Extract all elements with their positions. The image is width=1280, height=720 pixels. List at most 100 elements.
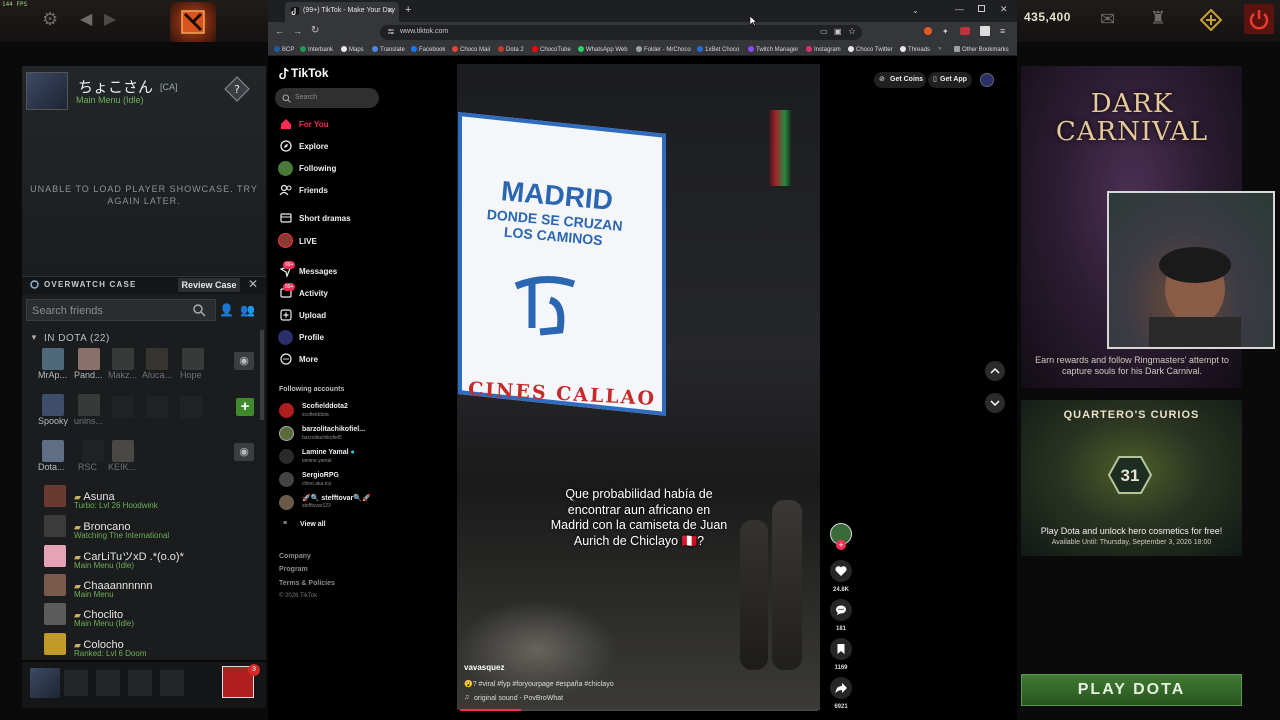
like-button[interactable] [830, 560, 852, 582]
rank-medal-icon[interactable]: ? [224, 76, 250, 102]
bookmark-button[interactable] [830, 638, 852, 660]
account-avatar[interactable] [279, 449, 294, 464]
party-avatar[interactable] [30, 668, 60, 698]
footer-terms[interactable]: Terms & Policies [279, 580, 335, 587]
profile-avatar-icon[interactable] [278, 330, 293, 345]
bookmark-star-icon[interactable]: ☆ [848, 26, 856, 37]
video-author[interactable]: vavasquez [464, 663, 504, 672]
shards-icon[interactable] [1200, 9, 1222, 31]
bookmark-item[interactable]: Threads [900, 46, 930, 53]
friend-grid-item[interactable]: Pand... [74, 348, 112, 380]
bookmark-item[interactable]: Facebook [411, 46, 445, 53]
collapse-chevron-icon[interactable]: ▼ [30, 333, 38, 342]
menu-dots-icon[interactable]: ≡ [1000, 26, 1005, 36]
friend-grid-item[interactable]: unins... [74, 394, 112, 426]
friend-grid-item[interactable]: KEIK... [108, 440, 146, 472]
bookmark-item[interactable]: 1xBet Choco [697, 46, 739, 53]
close-icon[interactable]: ✕ [248, 277, 258, 291]
bookmark-item[interactable]: Twitch Manager [748, 46, 798, 53]
back-icon[interactable]: ← [275, 26, 284, 36]
friend-grid-item[interactable]: Aluca... [142, 348, 180, 380]
friends-search-input[interactable]: Search friends [26, 299, 216, 321]
nav-short-dramas[interactable] [279, 211, 293, 225]
nav-label[interactable]: Following [299, 164, 336, 173]
get-coins-button[interactable]: ⊘ Get Coins [874, 72, 926, 88]
screenshot-icon[interactable]: ▣ [834, 27, 842, 36]
sidepanel-icon[interactable] [980, 26, 990, 36]
cast-icon[interactable]: ▭ [820, 27, 828, 36]
user-avatar[interactable] [980, 73, 994, 87]
friend-grid-item[interactable]: Makz... [108, 348, 146, 380]
friends-group-icon[interactable]: 👥 [240, 303, 255, 317]
friend-grid-item[interactable]: Spooky [38, 394, 76, 426]
account-name[interactable]: 🚀🔍 stefftovar🔍🚀 [302, 494, 371, 502]
dota-logo-icon[interactable] [170, 2, 216, 42]
nav-label[interactable]: LIVE [299, 237, 317, 246]
profile-avatar[interactable] [26, 72, 68, 110]
view-all-link[interactable]: View all [300, 521, 326, 528]
video-sound[interactable]: original sound - PovBroWhat [474, 695, 563, 702]
nav-label[interactable]: Friends [299, 186, 328, 195]
bookmark-item[interactable]: Maps [341, 46, 364, 53]
nav-more[interactable] [279, 352, 293, 366]
nav-for-you[interactable] [279, 117, 293, 131]
nav-label[interactable]: Short dramas [299, 214, 351, 223]
bookmark-item[interactable]: Dota 2 [498, 46, 524, 53]
nav-upload[interactable] [279, 308, 293, 322]
add-friend-icon[interactable]: 👤 [219, 303, 234, 317]
search-icon[interactable] [192, 303, 206, 317]
new-tab-icon[interactable]: + [405, 4, 411, 16]
extension-icon[interactable] [924, 27, 932, 35]
footer-program[interactable]: Program [279, 566, 308, 573]
site-info-icon[interactable] [387, 27, 395, 36]
tab-list-chevron-icon[interactable]: ⌄ [912, 6, 919, 15]
nav-label[interactable]: For You [299, 120, 328, 129]
bookmarks-overflow-icon[interactable]: » [938, 46, 941, 52]
tiktok-logo-icon[interactable] [279, 67, 289, 79]
account-avatar[interactable] [279, 403, 294, 418]
bookmark-item[interactable]: BCP [274, 46, 294, 53]
comment-button[interactable] [830, 599, 852, 621]
bookmark-item[interactable]: ChocoTube [532, 46, 571, 53]
back-arrow-icon[interactable]: ◀ [80, 9, 92, 29]
bookmark-item[interactable]: Instagram [806, 46, 841, 53]
account-avatar[interactable] [279, 495, 294, 510]
friend-grid-item[interactable]: Hope [180, 348, 218, 380]
get-app-button[interactable]: ▯ Get App [928, 72, 972, 88]
bookmark-item[interactable]: Folder - MrChoco [636, 46, 691, 53]
bookmark-item[interactable]: Choco Twitter [848, 46, 893, 53]
nav-label[interactable]: Messages [299, 267, 337, 276]
invite-plus-icon[interactable]: + [236, 398, 254, 416]
nav-label[interactable]: Explore [299, 142, 328, 151]
forward-arrow-icon[interactable]: ▶ [104, 9, 116, 29]
follow-plus-icon[interactable]: + [836, 540, 846, 550]
settings-gear-icon[interactable]: ⚙ [42, 9, 58, 30]
account-name[interactable]: Lamine Yamal ● [302, 449, 355, 456]
party-slot[interactable] [96, 670, 120, 696]
bookmark-item[interactable]: Interbank [300, 46, 333, 53]
following-avatar-icon[interactable] [278, 161, 293, 176]
bookmark-item[interactable]: Translate [372, 46, 405, 53]
account-avatar[interactable] [279, 426, 294, 441]
review-case-button[interactable]: Review Case [178, 278, 240, 292]
mail-icon[interactable]: ✉ [1100, 9, 1115, 30]
bookmark-item[interactable]: WhatsApp Web [578, 46, 628, 53]
nav-label[interactable]: Upload [299, 311, 326, 320]
bookmark-folder[interactable]: Other Bookmarks [954, 46, 1009, 53]
nav-label[interactable]: Activity [299, 289, 328, 298]
video-hashtags[interactable]: 😮? #viral #fyp #foryourpage #españa #chi… [464, 680, 614, 688]
footer-company[interactable]: Company [279, 553, 311, 560]
minimize-icon[interactable]: — [955, 4, 964, 14]
spectate-eye-icon[interactable]: ◉ [234, 443, 254, 461]
tab-close-icon[interactable]: ✕ [387, 6, 394, 15]
power-icon[interactable] [1244, 4, 1274, 34]
share-button[interactable] [830, 677, 852, 699]
maximize-icon[interactable] [978, 5, 985, 12]
nav-explore[interactable] [279, 139, 293, 153]
nav-friends[interactable] [279, 183, 293, 197]
live-avatar-icon[interactable] [278, 233, 293, 248]
bookmark-item[interactable]: Choco Mail [452, 46, 490, 53]
friend-grid-item[interactable]: MrAp... [38, 348, 76, 380]
address-bar[interactable] [380, 25, 862, 40]
tiktok-logo[interactable]: TikTok [291, 66, 329, 80]
